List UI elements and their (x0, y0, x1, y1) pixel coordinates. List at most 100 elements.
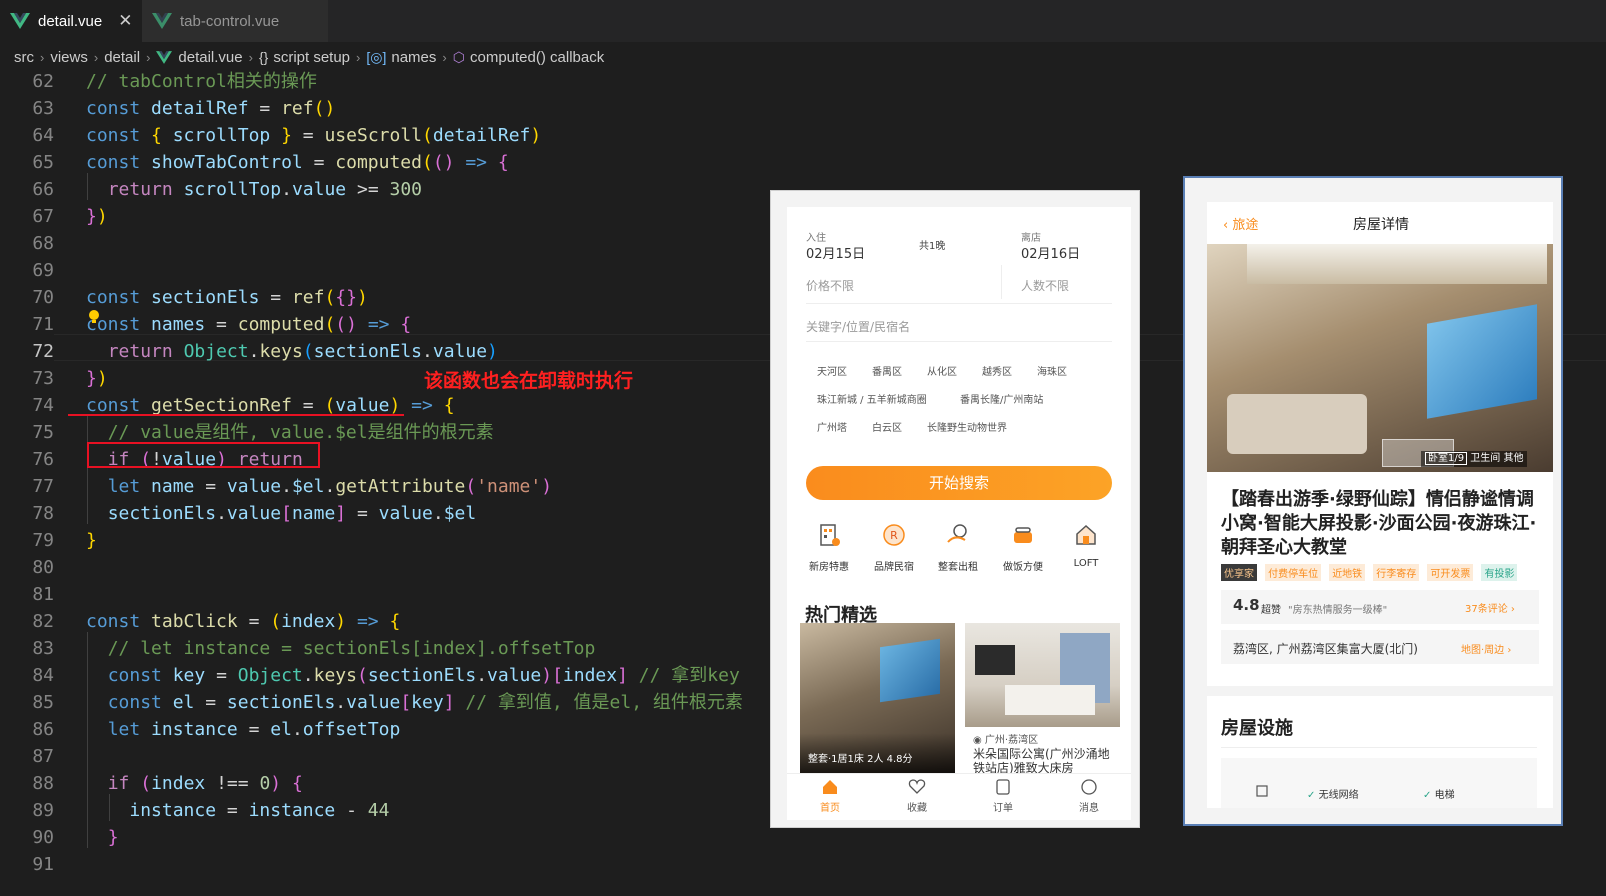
checkin-date[interactable]: 02月15日 (806, 243, 865, 262)
photo-badge-item[interactable]: 卫生间 (1470, 453, 1500, 464)
facility-label: 无线网络 (1318, 790, 1359, 801)
breadcrumb-item[interactable]: names (391, 49, 436, 66)
line-number: 89 (32, 800, 54, 821)
projection-screen (1427, 304, 1537, 419)
divider (1221, 747, 1537, 748)
tab-home[interactable]: 首页 (800, 778, 860, 814)
location-text: 广州·荔湾区 (984, 735, 1039, 746)
line-number: 83 (32, 638, 54, 659)
tag: 可开发票 (1427, 564, 1474, 581)
facility-item: ✓ 无线网络 (1307, 786, 1359, 801)
annotation-underline (68, 414, 404, 416)
checkout-date[interactable]: 02月16日 (1021, 243, 1080, 262)
region-tag[interactable]: 白云区 (872, 419, 902, 434)
code-line: 62// tabControl相关的操作 (0, 68, 1606, 95)
category-new-deals[interactable]: 新房特惠 (804, 522, 854, 573)
handshake-icon (947, 524, 967, 543)
start-search-button[interactable]: 开始搜索 (806, 466, 1112, 500)
checkin-label: 入住 (806, 233, 826, 244)
breadcrumb-item[interactable]: views (50, 49, 88, 66)
line-number: 80 (32, 557, 54, 578)
line-number: 77 (32, 476, 54, 497)
rating-quote: "房东热情服务一级棒" (1288, 605, 1388, 616)
tab-label: 首页 (820, 803, 840, 814)
ceiling (1247, 244, 1547, 284)
address-row[interactable]: 荔湾区, 广州荔湾区集富大厦(北门) 地图·周边 › (1221, 630, 1539, 664)
line-number: 67 (32, 206, 54, 227)
facilities-box: ✓ 无线网络 ✓ 电梯 (1221, 758, 1537, 808)
line-number: 79 (32, 530, 54, 551)
breadcrumb-item[interactable]: detail (104, 49, 140, 66)
building-icon (820, 524, 840, 546)
photo-badge-active[interactable]: 卧室1/9 (1425, 452, 1468, 465)
keyword-input[interactable]: 关键字/位置/民宿名 (806, 318, 910, 335)
line-number: 81 (32, 584, 54, 605)
code-line: 91 (0, 851, 1606, 878)
people-filter[interactable]: 人数不限 (1021, 277, 1069, 294)
line-number: 65 (32, 152, 54, 173)
breadcrumb-item[interactable]: detail.vue (178, 49, 242, 66)
lightbulb-icon[interactable] (88, 310, 100, 324)
checkout-label: 离店 (1021, 233, 1041, 244)
tab-messages[interactable]: 消息 (1059, 778, 1119, 814)
message-icon (1081, 779, 1097, 795)
breadcrumb-item[interactable]: computed() callback (470, 49, 604, 66)
map-link[interactable]: 地图·周边 › (1461, 641, 1511, 656)
breadcrumb-item[interactable]: script setup (273, 49, 350, 66)
region-tag[interactable]: 海珠区 (1037, 363, 1067, 378)
region-tag[interactable]: 番禺长隆/广州南站 (960, 391, 1043, 406)
listing-card-1[interactable]: 整套·1居1床 2人 4.8分 (800, 623, 955, 773)
line-number: 64 (32, 125, 54, 146)
back-button[interactable]: ‹ 旅途 (1223, 214, 1258, 233)
tag: 近地铁 (1329, 564, 1366, 581)
line-number: 88 (32, 773, 54, 794)
line-number: 66 (32, 179, 54, 200)
tab-label: 收藏 (907, 803, 927, 814)
check-icon: ✓ (1307, 790, 1316, 801)
line-number: 87 (32, 746, 54, 767)
facility-item: ✓ 电梯 (1423, 786, 1455, 801)
card2-title: 米朵国际公寓(广州沙涌地铁站店)雅致大床房 (973, 747, 1110, 773)
rating-word: 超赞 (1261, 605, 1281, 616)
line-number: 78 (32, 503, 54, 524)
category-brand-stays[interactable]: R 品牌民宿 (869, 522, 919, 573)
chevron-right-icon: › (40, 49, 45, 65)
region-tag[interactable]: 广州塔 (817, 419, 847, 434)
line-number: 70 (32, 287, 54, 308)
page-title: 房屋详情 (1353, 217, 1409, 233)
photo-badge-item[interactable]: 其他 (1503, 453, 1523, 464)
category-whole-rental[interactable]: 整套出租 (933, 522, 983, 573)
region-tag[interactable]: 长隆野生动物世界 (927, 419, 1007, 434)
divider (1001, 265, 1002, 299)
price-filter[interactable]: 价格不限 (806, 277, 854, 294)
code-line: 65 const showTabControl = computed(() => … (0, 149, 1606, 176)
listing-photo[interactable]: 卧室1/9 卫生间 其他 (1207, 244, 1553, 472)
region-tag[interactable]: 越秀区 (982, 363, 1012, 378)
region-tag[interactable]: 珠江新城 / 五羊新城商圈 (817, 391, 927, 406)
tab-label: detail.vue (38, 12, 103, 30)
region-tag[interactable]: 番禺区 (872, 363, 902, 378)
tab-detail-vue[interactable]: detail.vue ✕ (0, 0, 142, 42)
tag: 优享家 (1221, 564, 1257, 581)
rating-row[interactable]: 4.8 超赞 "房东热情服务一级棒" 37条评论 › (1221, 590, 1539, 624)
variable-icon: [◎] (366, 48, 387, 65)
listing-card-2[interactable] (965, 623, 1120, 727)
region-tag[interactable]: 天河区 (817, 363, 847, 378)
line-number: 63 (32, 98, 54, 119)
line-number: 86 (32, 719, 54, 740)
region-tag[interactable]: 从化区 (927, 363, 957, 378)
category-loft[interactable]: LOFT (1061, 522, 1111, 569)
nights-count: 共1晚 (919, 241, 946, 252)
tab-orders[interactable]: 订单 (973, 778, 1033, 814)
tab-tab-control-vue[interactable]: tab-control.vue (142, 0, 328, 42)
bottom-tab-bar: 首页 收藏 订单 消息 (787, 773, 1131, 820)
svg-text:R: R (890, 529, 898, 542)
annotation-box (87, 442, 320, 468)
line-number: 74 (32, 395, 54, 416)
tab-favorites[interactable]: 收藏 (887, 778, 947, 814)
tab-label: tab-control.vue (180, 12, 280, 30)
close-icon[interactable]: ✕ (118, 11, 132, 31)
breadcrumb-item[interactable]: src (14, 49, 34, 66)
category-cooking[interactable]: 做饭方便 (998, 522, 1048, 573)
reviews-link[interactable]: 37条评论 › (1465, 600, 1515, 615)
